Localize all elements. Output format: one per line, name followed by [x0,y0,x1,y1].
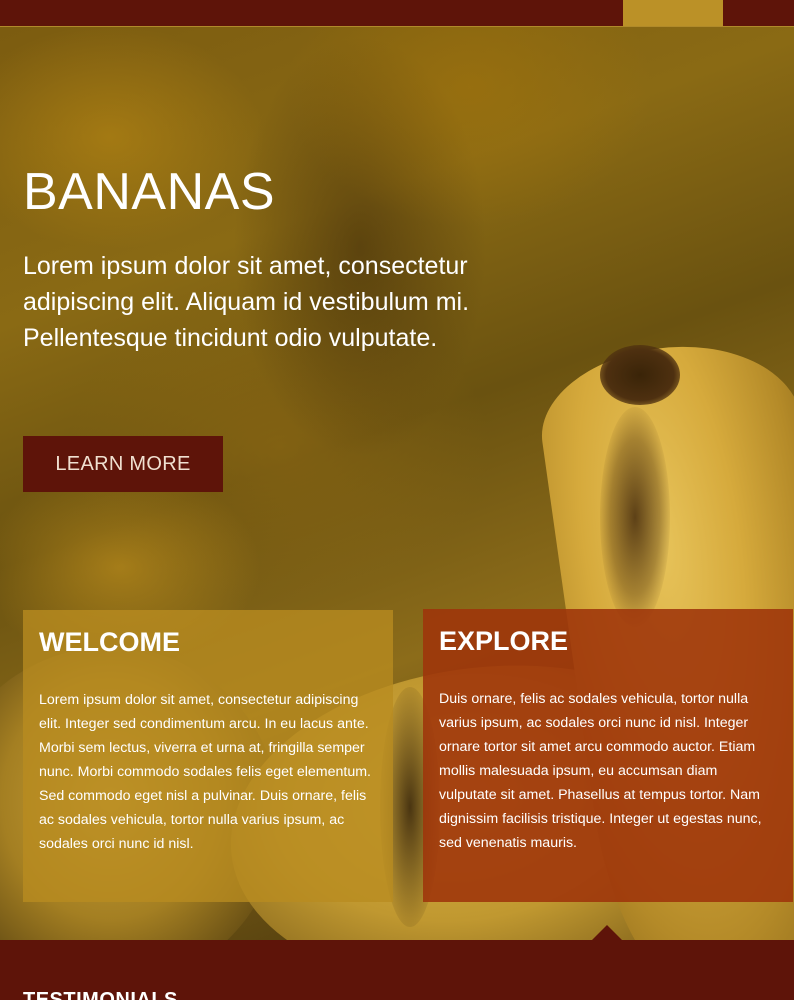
section-pointer-arrow [592,925,622,940]
testimonials-heading: TESTIMONIALS [23,989,178,1000]
hero-title: BANANAS [23,163,276,221]
banana-spot [600,407,670,627]
top-bar [0,0,794,27]
explore-title: EXPLORE [439,626,569,656]
explore-text: Duis ornare, felis ac sodales vehicula, … [439,691,762,851]
welcome-title: WELCOME [39,627,180,657]
testimonials-section: TESTIMONIALS [0,925,794,1000]
welcome-text: Lorem ipsum dolor sit amet, consectetur … [39,692,371,852]
top-bar-accent-tab[interactable] [623,0,723,26]
learn-more-button[interactable]: LEARN MORE [23,436,223,492]
page: BANANAS Lorem ipsum dolor sit amet, cons… [0,0,794,1000]
welcome-panel: WELCOME Lorem ipsum dolor sit amet, cons… [23,610,393,902]
explore-panel: EXPLORE Duis ornare, felis ac sodales ve… [423,609,793,902]
banana-tip [600,345,680,405]
hero-text: Lorem ipsum dolor sit amet, consectetur … [23,252,470,352]
